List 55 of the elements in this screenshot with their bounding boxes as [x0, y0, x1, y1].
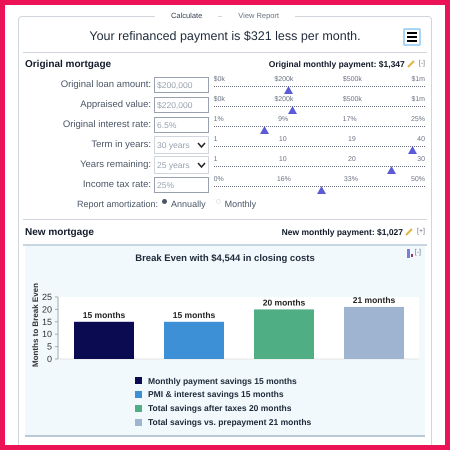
- slider-thumb[interactable]: [387, 166, 396, 174]
- y-tick-label: 20: [42, 304, 52, 314]
- input-field[interactable]: $200,000: [154, 77, 209, 94]
- legend-label: Total savings after taxes 20 months: [148, 402, 292, 415]
- field-label: Report amortization:: [77, 198, 158, 211]
- radio-button[interactable]: [162, 199, 168, 204]
- y-tick-label: 0: [46, 354, 52, 364]
- slider-track[interactable]: [214, 166, 425, 168]
- select-field[interactable]: 25 years: [154, 156, 209, 174]
- y-tick-label: 15: [42, 316, 52, 326]
- slider-track[interactable]: [214, 86, 425, 88]
- y-axis: [54, 296, 58, 359]
- section-title: Original mortgage: [25, 58, 112, 72]
- slider-thumb[interactable]: [288, 106, 297, 114]
- field-label: Term in years:: [90, 138, 152, 152]
- bar-value-label: 20 months: [262, 296, 306, 307]
- headline: Your refinanced payment is $321 less per month.: [89, 28, 361, 46]
- slider-track[interactable]: [214, 146, 425, 148]
- input-field[interactable]: 25%: [154, 177, 209, 194]
- slider-track[interactable]: [214, 106, 425, 108]
- field-label: Appraised value:: [79, 98, 152, 112]
- payment-summary: Original monthly payment: $1,347: [268, 58, 405, 71]
- slider-thumb[interactable]: [260, 126, 270, 134]
- chart-title: Break Even with $4,544 in closing costs: [135, 252, 315, 266]
- slider-thumb[interactable]: [284, 86, 293, 94]
- slider-thumb[interactable]: [317, 186, 326, 194]
- menu-button[interactable]: [403, 28, 421, 46]
- field-label: Years remaining:: [79, 158, 152, 172]
- chevron-down-icon: [196, 142, 206, 148]
- field-label: Income tax rate:: [82, 178, 152, 192]
- slider-track[interactable]: [214, 186, 425, 188]
- bar-chart-icon: [406, 249, 413, 258]
- chevron-down-icon: [196, 162, 206, 168]
- field-label: Original loan amount:: [60, 78, 152, 92]
- radio-label[interactable]: Annually: [171, 198, 206, 211]
- legend-label: Total savings vs. prepayment 21 months: [148, 416, 312, 428]
- radio-button[interactable]: [216, 199, 221, 204]
- y-tick-label: 25: [42, 292, 52, 302]
- section-title: New mortgage: [25, 226, 94, 240]
- y-axis-label: Months to Break Even: [31, 282, 40, 366]
- slider-thumb[interactable]: [408, 146, 418, 154]
- legend-label: PMI & interest savings 15 months: [148, 388, 284, 401]
- bar-value-label: 21 months: [352, 294, 396, 304]
- slider-track[interactable]: [214, 126, 425, 128]
- y-tick-label: 10: [42, 328, 52, 339]
- payment-summary: New monthly payment: $1,027: [282, 226, 404, 239]
- y-tick-label: 5: [46, 341, 52, 352]
- radio-label[interactable]: Monthly: [224, 198, 256, 211]
- select-field[interactable]: 30 years: [154, 136, 209, 154]
- field-label: Original interest rate:: [62, 118, 152, 132]
- input-field[interactable]: 6.5%: [154, 117, 209, 134]
- bar-value-label: 15 months: [172, 309, 216, 320]
- input-field[interactable]: $220,000: [154, 97, 209, 114]
- legend-label: Monthly payment savings 15 months: [148, 374, 297, 388]
- bar-value-label: 15 months: [82, 309, 126, 320]
